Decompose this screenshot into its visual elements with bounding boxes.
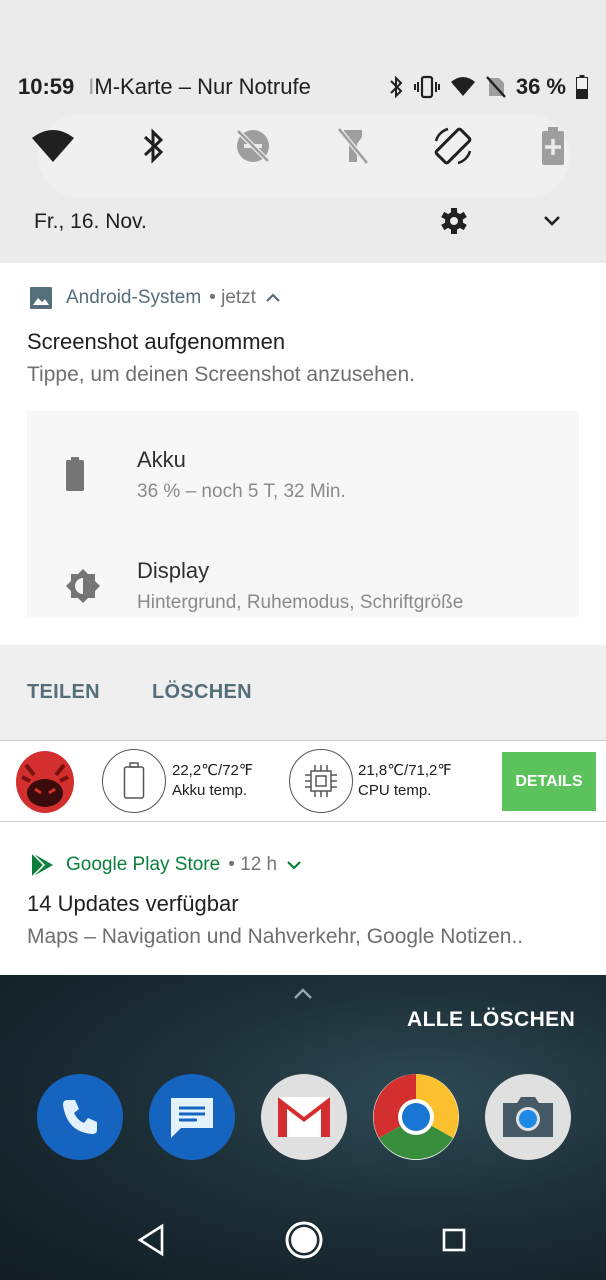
battery-percent: 36 % — [515, 74, 566, 99]
chrome-app-icon[interactable] — [373, 1074, 459, 1160]
camera-icon — [503, 1097, 553, 1137]
notification-antutu[interactable]: 22,2℃/72℉ Akku temp. 21,8℃/71,2℉ CPU tem… — [0, 740, 606, 822]
recents-icon[interactable] — [442, 1228, 466, 1252]
quick-settings-tiles — [0, 118, 606, 174]
chevron-down-icon[interactable] — [285, 858, 303, 872]
status-time: 10:59 — [18, 74, 75, 99]
flashlight-off-icon — [337, 127, 369, 165]
home-icon[interactable] — [284, 1220, 324, 1260]
notification-play-store[interactable]: Google Play Store • 12 h 14 Updates verf… — [0, 822, 606, 975]
qs-tile-flashlight[interactable] — [303, 118, 403, 174]
share-button[interactable]: TEILEN — [27, 681, 100, 704]
preview-item-display: Display Hintergrund, Ruhemodus, Schriftg… — [27, 542, 579, 617]
clear-all-button[interactable]: ALLE LÖSCHEN — [407, 1008, 575, 1032]
notification-time: • jetzt — [209, 287, 256, 308]
bluetooth-icon — [143, 128, 164, 164]
qs-tile-do-not-disturb[interactable] — [203, 118, 303, 174]
notification-title: Screenshot aufgenommen — [27, 329, 286, 354]
preview-title: Akku — [137, 447, 186, 472]
notification-time: • 12 h — [228, 854, 278, 875]
battery-outline-icon — [123, 762, 145, 799]
wifi-icon — [32, 130, 74, 162]
camera-app-icon[interactable] — [485, 1074, 571, 1160]
image-icon — [30, 287, 52, 309]
do-not-disturb-off-icon — [236, 129, 270, 163]
battery-temp-gauge — [102, 749, 166, 813]
qs-tile-wifi[interactable] — [3, 118, 103, 174]
notification-actions: TEILEN LÖSCHEN — [0, 645, 606, 740]
cpu-temp-gauge — [289, 749, 353, 813]
delete-button[interactable]: LÖSCHEN — [152, 681, 252, 704]
back-icon[interactable] — [136, 1222, 166, 1258]
preview-subtitle: Hintergrund, Ruhemodus, Schriftgröße — [137, 592, 464, 613]
notification-app-name: Android-System — [66, 287, 202, 308]
cpu-temp: 21,8℃/71,2℉ CPU temp. — [358, 762, 452, 799]
navigation-bar — [0, 1200, 606, 1280]
battery-saver-icon — [542, 127, 564, 165]
notification-app-name: Google Play Store — [66, 854, 221, 875]
status-bar: 10:59 IM-Karte – Nur Notrufe 36 % — [0, 66, 606, 108]
settings-gear-icon[interactable] — [440, 207, 468, 235]
carrier-text: IM-Karte – Nur Notrufe — [88, 74, 311, 99]
quick-settings-panel: 10:59 IM-Karte – Nur Notrufe 36 % Fr., 1… — [0, 0, 606, 263]
qs-tile-auto-rotate[interactable] — [403, 118, 503, 174]
messages-icon — [171, 1098, 213, 1138]
qs-tile-bluetooth[interactable] — [103, 118, 203, 174]
battery-temp: 22,2℃/72℉ Akku temp. — [172, 762, 254, 799]
brightness-icon — [66, 569, 100, 603]
notification-title: 14 Updates verfügbar — [27, 891, 239, 916]
preview-item-akku: Akku 36 % – noch 5 T, 32 Min. — [27, 431, 579, 521]
no-sim-icon — [485, 76, 506, 98]
wifi-signal-icon — [450, 77, 475, 96]
gmail-icon — [278, 1097, 330, 1137]
notification-header: Google Play Store • 12 h — [30, 852, 303, 878]
vibrate-icon — [413, 75, 440, 99]
notification-header: Android-System • jetzt — [30, 287, 282, 309]
chevron-up-icon[interactable] — [264, 291, 282, 305]
cpu-chip-icon — [305, 765, 337, 797]
messages-app-icon[interactable] — [149, 1074, 235, 1160]
date-row: Fr., 16. Nov. — [0, 200, 606, 244]
chevron-down-icon[interactable] — [540, 210, 564, 232]
chevron-up-icon[interactable] — [291, 984, 315, 1002]
battery-icon — [576, 75, 588, 99]
play-store-icon — [31, 852, 53, 878]
gmail-app-icon[interactable] — [261, 1074, 347, 1160]
notification-text: Tippe, um deinen Screenshot anzusehen. — [27, 363, 415, 386]
notification-text: Maps – Navigation und Nahverkehr, Google… — [27, 925, 524, 948]
qs-tile-battery-saver[interactable] — [503, 118, 603, 174]
date-text: Fr., 16. Nov. — [34, 210, 147, 233]
auto-rotate-icon — [434, 127, 472, 165]
screenshot-preview[interactable]: Akku 36 % – noch 5 T, 32 Min. Display Hi… — [27, 411, 579, 617]
preview-subtitle: 36 % – noch 5 T, 32 Min. — [137, 481, 346, 502]
preview-title: Display — [137, 558, 210, 583]
bluetooth-icon — [390, 75, 403, 99]
chrome-icon — [373, 1074, 459, 1160]
phone-icon — [63, 1100, 97, 1134]
battery-icon — [66, 457, 84, 491]
notification-screenshot[interactable]: Android-System • jetzt Screenshot aufgen… — [0, 263, 606, 645]
phone-app-icon[interactable] — [37, 1074, 123, 1160]
details-button[interactable]: DETAILS — [502, 752, 596, 811]
antutu-logo — [16, 751, 74, 813]
